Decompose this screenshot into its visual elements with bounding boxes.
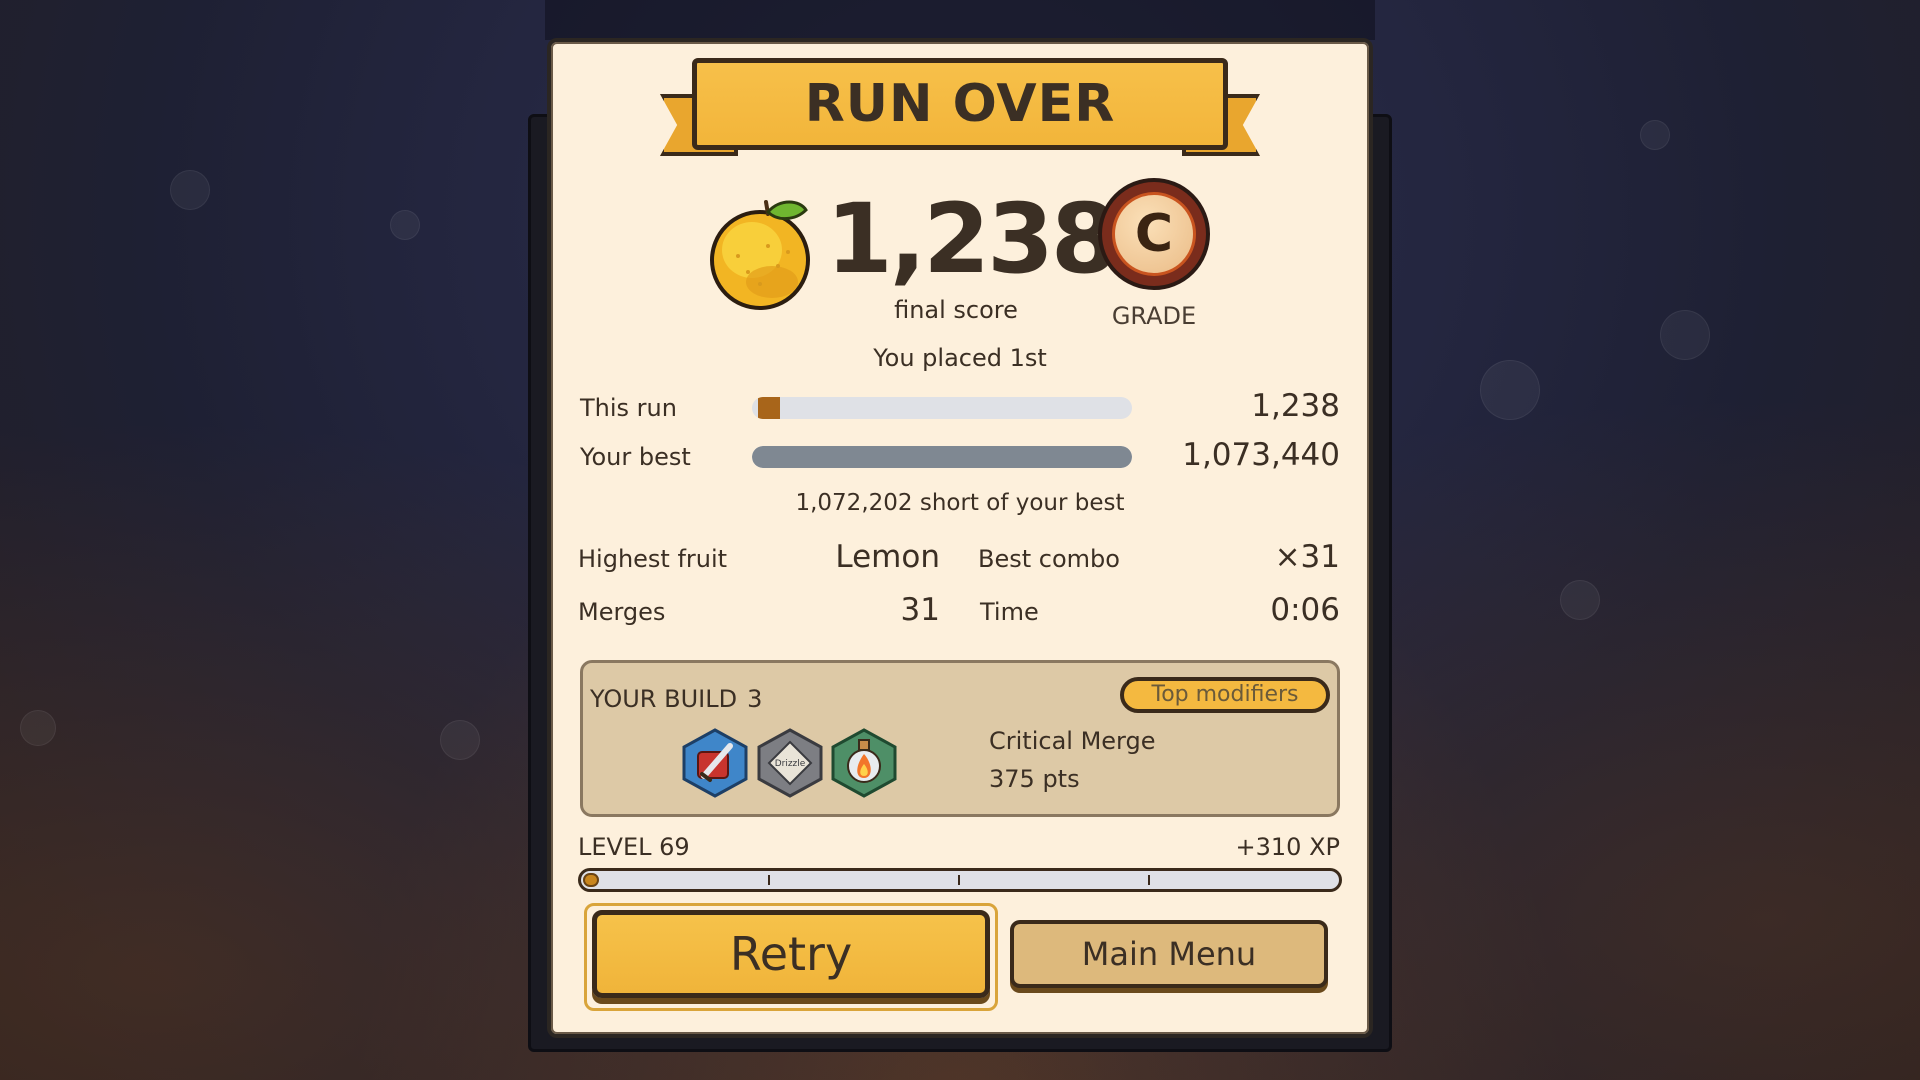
grade-label: GRADE: [1111, 302, 1197, 330]
fire-potion-icon[interactable]: [829, 728, 899, 798]
drizzle-icon[interactable]: Drizzle: [755, 728, 825, 798]
sword-icon[interactable]: [680, 728, 750, 798]
background-bokeh: [390, 210, 420, 240]
grade-letter: C: [1112, 192, 1196, 276]
highest-fruit-label: Highest fruit: [578, 545, 728, 573]
top-modifier-name: Critical Merge: [989, 727, 1156, 755]
lemon-icon: [710, 200, 810, 310]
time-label: Time: [980, 598, 1039, 626]
background-bokeh: [20, 710, 56, 746]
your-best-label: Your best: [580, 443, 691, 471]
background-bokeh: [1640, 120, 1670, 150]
level-tick: [768, 875, 770, 885]
background-bokeh: [1660, 310, 1710, 360]
level-tick: [1148, 875, 1150, 885]
top-modifiers-button[interactable]: Top modifiers: [1120, 677, 1330, 713]
background-bokeh: [170, 170, 210, 210]
final-score-value: 1,238: [826, 183, 1118, 295]
time-value: 0:06: [1270, 592, 1340, 628]
build-title-label: YOUR BUILD: [590, 685, 738, 713]
merges-value: 31: [900, 592, 940, 628]
level-progress-fill: [583, 873, 599, 887]
best-combo-label: Best combo: [978, 545, 1120, 573]
retry-button[interactable]: Retry: [592, 910, 990, 998]
grade-badge: C: [1098, 178, 1210, 290]
page-title: RUN OVER: [804, 74, 1116, 134]
highest-fruit-value: Lemon: [835, 539, 940, 575]
level-tick: [958, 875, 960, 885]
merges-label: Merges: [578, 598, 666, 626]
drizzle-label: Drizzle: [775, 759, 806, 769]
background-bokeh: [1480, 360, 1540, 420]
top-shadow-band: [545, 0, 1375, 40]
placement-text: You placed 1st: [873, 344, 1047, 372]
level-label: LEVEL 69: [578, 833, 690, 861]
build-title: YOUR BUILD 3: [590, 685, 762, 713]
short-of-best-text: 1,072,202 short of your best: [795, 490, 1125, 516]
best-combo-value: ×31: [1274, 539, 1340, 575]
this-run-bar-fill: [758, 397, 780, 419]
final-score-label: final score: [894, 296, 1018, 324]
this-run-label: This run: [580, 394, 677, 422]
xp-gain: +310 XP: [1235, 833, 1340, 861]
this-run-value: 1,238: [1251, 388, 1340, 424]
background-bokeh: [1560, 580, 1600, 620]
build-count: 3: [747, 685, 763, 713]
level-progress-bar: [578, 868, 1342, 892]
title-banner: RUN OVER: [660, 58, 1260, 170]
your-best-bar: [752, 446, 1132, 468]
main-menu-button[interactable]: Main Menu: [1010, 920, 1328, 988]
top-modifier-points: 375 pts: [989, 765, 1080, 793]
background-bokeh: [440, 720, 480, 760]
this-run-bar: [752, 397, 1132, 419]
ribbon-body: RUN OVER: [692, 58, 1228, 150]
your-best-value: 1,073,440: [1182, 437, 1340, 473]
your-best-bar-fill: [752, 446, 1132, 468]
